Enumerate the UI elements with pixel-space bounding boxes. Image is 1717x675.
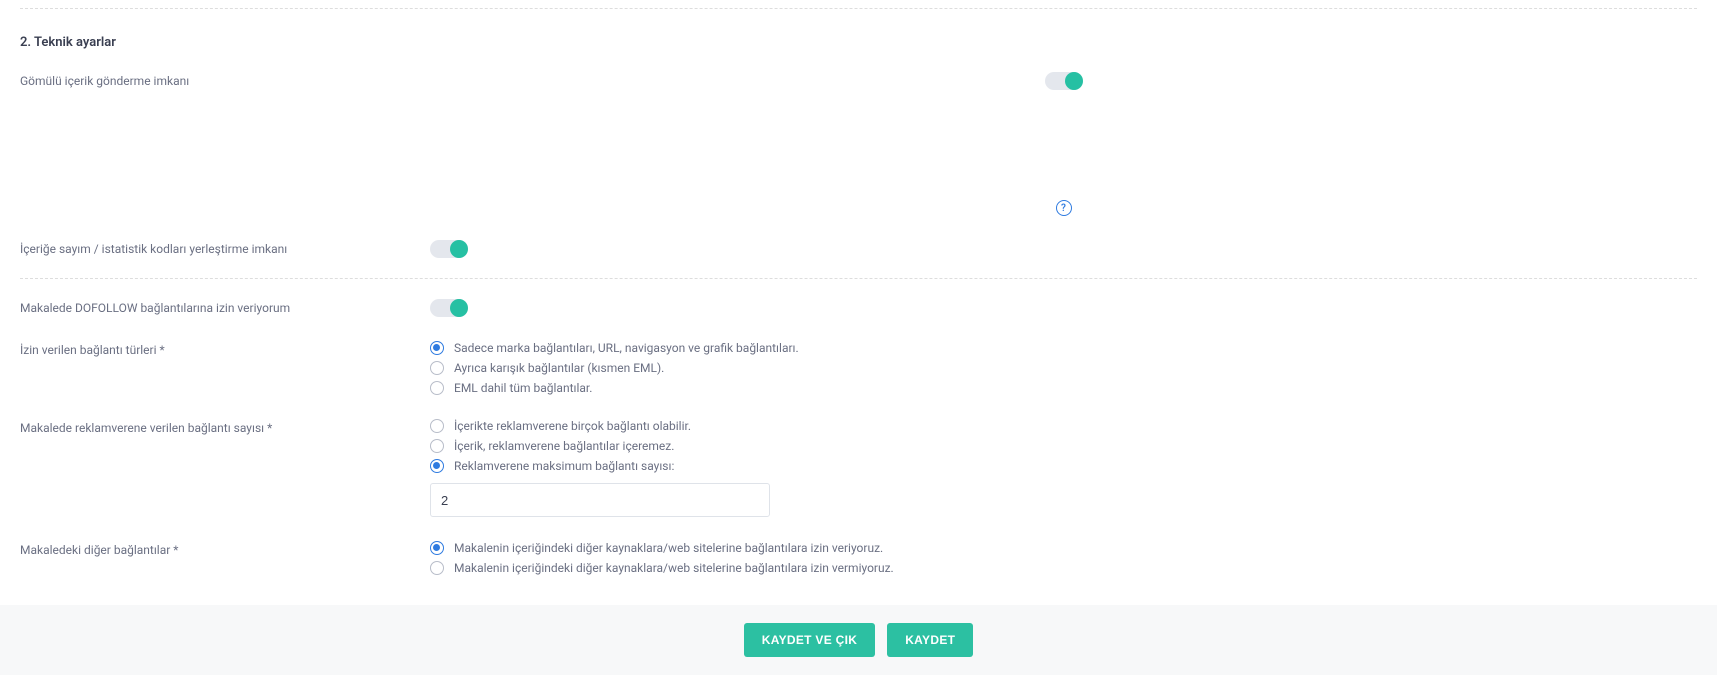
row-link-types: İzin verilen bağlantı türleri * Sadece m… <box>20 329 1697 407</box>
section-title: 2. Teknik ayarlar <box>20 17 1697 60</box>
save-button[interactable]: KAYDET <box>887 623 973 657</box>
row-other-links: Makaledeki diğer bağlantılar * Makalenin… <box>20 529 1697 587</box>
radio-group-other-links: Makalenin içeriğindeki diğer kaynaklara/… <box>430 541 1697 575</box>
footer-actions: KAYDET VE ÇIK KAYDET <box>0 605 1717 675</box>
radio-link-count-2[interactable]: Reklamverene maksimum bağlantı sayısı: <box>430 459 1697 473</box>
row-dofollow: Makalede DOFOLLOW bağlantılarına izin ve… <box>20 287 1697 329</box>
help-icon[interactable]: ? <box>1056 200 1072 216</box>
radio-link-count-1[interactable]: İçerik, reklamverene bağlantılar içereme… <box>430 439 1697 453</box>
radio-label: EML dahil tüm bağlantılar. <box>454 381 592 395</box>
radio-dot-icon <box>430 341 444 355</box>
radio-link-types-1[interactable]: Ayrıca karışık bağlantılar (kısmen EML). <box>430 361 1697 375</box>
row-embed: Gömülü içerik gönderme imkanı ? <box>20 60 1697 228</box>
radio-label: Reklamverene maksimum bağlantı sayısı: <box>454 459 674 473</box>
row-link-count: Makalede reklamverene verilen bağlantı s… <box>20 407 1697 529</box>
label-link-count: Makalede reklamverene verilen bağlantı s… <box>20 419 430 435</box>
save-exit-button[interactable]: KAYDET VE ÇIK <box>744 623 875 657</box>
label-stats: İçeriğe sayım / istatistik kodları yerle… <box>20 240 430 256</box>
divider <box>20 8 1697 9</box>
radio-group-link-count: İçerikte reklamverene birçok bağlantı ol… <box>430 419 1697 473</box>
radio-link-types-0[interactable]: Sadece marka bağlantıları, URL, navigasy… <box>430 341 1697 355</box>
divider <box>20 278 1697 279</box>
radio-other-links-1[interactable]: Makalenin içeriğindeki diğer kaynaklara/… <box>430 561 1697 575</box>
label-other-links: Makaledeki diğer bağlantılar * <box>20 541 430 557</box>
toggle-embed[interactable] <box>1045 72 1083 90</box>
radio-dot-icon <box>430 361 444 375</box>
radio-label: İçerikte reklamverene birçok bağlantı ol… <box>454 419 691 433</box>
max-link-input[interactable] <box>430 483 770 517</box>
radio-dot-icon <box>430 459 444 473</box>
radio-label: İçerik, reklamverene bağlantılar içereme… <box>454 439 674 453</box>
label-dofollow: Makalede DOFOLLOW bağlantılarına izin ve… <box>20 299 430 315</box>
row-stats: İçeriğe sayım / istatistik kodları yerle… <box>20 228 1697 270</box>
radio-label: Makalenin içeriğindeki diğer kaynaklara/… <box>454 561 894 575</box>
radio-dot-icon <box>430 419 444 433</box>
radio-label: Ayrıca karışık bağlantılar (kısmen EML). <box>454 361 664 375</box>
label-embed: Gömülü içerik gönderme imkanı <box>20 72 430 88</box>
radio-link-count-0[interactable]: İçerikte reklamverene birçok bağlantı ol… <box>430 419 1697 433</box>
radio-dot-icon <box>430 561 444 575</box>
radio-dot-icon <box>430 439 444 453</box>
toggle-dofollow[interactable] <box>430 299 468 317</box>
radio-other-links-0[interactable]: Makalenin içeriğindeki diğer kaynaklara/… <box>430 541 1697 555</box>
radio-dot-icon <box>430 541 444 555</box>
radio-link-types-2[interactable]: EML dahil tüm bağlantılar. <box>430 381 1697 395</box>
label-link-types: İzin verilen bağlantı türleri * <box>20 341 430 357</box>
settings-section: 2. Teknik ayarlar Gömülü içerik gönderme… <box>0 8 1717 587</box>
radio-label: Sadece marka bağlantıları, URL, navigasy… <box>454 341 799 355</box>
toggle-stats[interactable] <box>430 240 468 258</box>
radio-dot-icon <box>430 381 444 395</box>
radio-group-link-types: Sadece marka bağlantıları, URL, navigasy… <box>430 341 1697 395</box>
radio-label: Makalenin içeriğindeki diğer kaynaklara/… <box>454 541 883 555</box>
